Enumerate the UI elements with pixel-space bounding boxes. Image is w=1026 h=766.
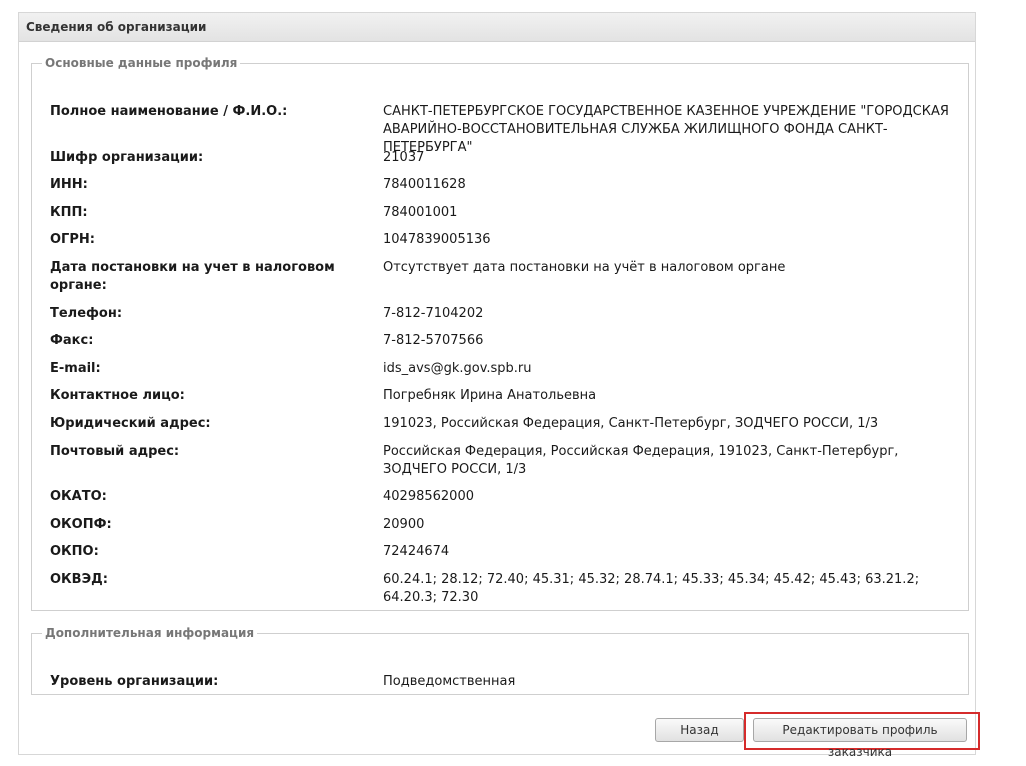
- field-label: Контактное лицо:: [50, 388, 185, 403]
- field-value: 191023, Российская Федерация, Санкт-Пете…: [383, 416, 879, 431]
- field-value: Подведомственная: [383, 674, 516, 689]
- field-value: Отсутствует дата постановки на учёт в на…: [383, 260, 786, 275]
- main-profile-section: Основные данные профиля Полное наименова…: [31, 56, 969, 611]
- field-label: ОКВЭД:: [50, 572, 108, 587]
- additional-info-section: Дополнительная информация Уровень органи…: [31, 626, 969, 695]
- field-label: E-mail:: [50, 361, 101, 376]
- field-label: ОГРН:: [50, 232, 95, 247]
- field-label: Дата постановки на учет в налоговом орга…: [50, 260, 335, 293]
- organization-info-panel: Сведения об организации Основные данные …: [18, 12, 980, 759]
- edit-customer-profile-button[interactable]: Редактировать профиль заказчика: [753, 718, 967, 759]
- field-value: Погребняк Ирина Анатольевна: [383, 388, 597, 403]
- field-label: КПП:: [50, 205, 88, 220]
- field-label: Шифр организации:: [50, 150, 204, 165]
- field-value: Российская Федерация, Российская Федерац…: [383, 444, 899, 477]
- field-label: Факс:: [50, 333, 94, 348]
- panel-title: Сведения об организации: [19, 13, 975, 42]
- field-value: 1047839005136: [383, 232, 491, 247]
- field-label: Юридический адрес:: [50, 416, 211, 431]
- field-value: 72424674: [383, 544, 450, 559]
- field-label: Полное наименование / Ф.И.О.:: [50, 104, 288, 119]
- field-value: 21037: [383, 150, 425, 165]
- field-label: ОКАТО:: [50, 489, 107, 504]
- field-value: 40298562000: [383, 489, 474, 504]
- field-value: ids_avs@gk.gov.spb.ru: [383, 361, 532, 376]
- field-value: 784001001: [383, 205, 458, 220]
- field-label: ИНН:: [50, 177, 88, 192]
- field-value: 7840011628: [383, 177, 466, 192]
- field-value: 7-812-7104202: [383, 306, 484, 321]
- field-value: 7-812-5707566: [383, 333, 484, 348]
- field-label: Уровень организации:: [50, 674, 219, 689]
- field-value: 60.24.1; 28.12; 72.40; 45.31; 45.32; 28.…: [383, 572, 920, 605]
- main-profile-legend: Основные данные профиля: [45, 56, 238, 70]
- additional-info-legend: Дополнительная информация: [45, 626, 255, 640]
- field-label: ОКОПФ:: [50, 517, 112, 532]
- field-label: Почтовый адрес:: [50, 444, 180, 459]
- field-value: 20900: [383, 517, 425, 532]
- back-button[interactable]: Назад: [655, 718, 744, 742]
- field-label: Телефон:: [50, 306, 123, 321]
- field-label: ОКПО:: [50, 544, 99, 559]
